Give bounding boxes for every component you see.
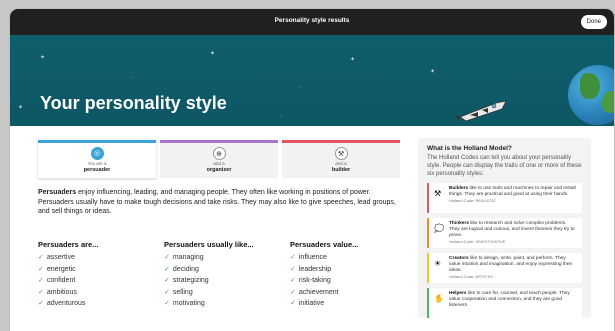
check-icon: ✓ [290, 288, 296, 296]
traits-value-column: Persuaders value... ✓ influence ✓ leadersh… [290, 240, 416, 311]
card-name: persuader [83, 167, 111, 173]
list-item: ✓ influence [290, 254, 327, 261]
star-icon: · [300, 85, 302, 91]
list-item: ✓ ambitious [38, 288, 77, 296]
star-icon: · [130, 75, 132, 81]
type-thinkers: 💭 Thinkers like to research and solve co… [427, 218, 582, 248]
list-item: ✓ initiative [290, 300, 325, 307]
check-icon: ✓ [38, 265, 44, 273]
check-icon: ✓ [164, 300, 170, 307]
list-item: ✓ leadership [290, 265, 332, 273]
check-icon: ✓ [38, 300, 44, 307]
column-heading: Persuaders usually like... [164, 240, 254, 249]
check-icon: ✓ [38, 277, 44, 284]
hammer-icon: ⚒ [334, 147, 348, 160]
list-item: ✓ achievement [290, 288, 339, 296]
check-icon: ✓ [38, 288, 44, 296]
results-window: Personality style results Done ✦ · ✦ · ✦… [10, 9, 614, 331]
card-builder[interactable]: ⚒ and a builder [282, 140, 400, 178]
description-text: enjoy influencing, leading, and managing… [38, 189, 396, 215]
title-bar: Personality style results Done [10, 9, 614, 35]
earth-planet-icon [568, 65, 614, 125]
star-icon: ✦ [350, 57, 356, 63]
card-subtitle: and a [335, 161, 347, 166]
holland-code: Holland Code: ARTISTIC [449, 274, 494, 279]
star-icon: ✦ [40, 55, 46, 61]
star-icon: · [280, 113, 282, 119]
page-title: Your personality style [40, 93, 227, 113]
check-icon: ✓ [290, 265, 296, 273]
type-creators: ☀ Creators like to design, write, paint,… [427, 253, 582, 283]
holland-code: Holland Code: INVESTIGATIVE [449, 239, 506, 244]
check-icon: ✓ [290, 300, 296, 307]
list-item: ✓ managing [164, 254, 204, 261]
star-icon: ✦ [18, 105, 24, 111]
card-name: builder [331, 167, 351, 173]
style-cards: ◎ You are a persuader ⊕ and a organizer … [38, 140, 400, 178]
list-item: ✓ confident [38, 277, 76, 284]
check-icon: ✓ [164, 265, 170, 273]
persuader-description: Persuaders enjoy influencing, leading, a… [38, 188, 408, 217]
check-icon: ✓ [290, 254, 296, 261]
list-item: ✓ adventurous [38, 300, 86, 307]
helping-hands-icon: ✋ [434, 294, 444, 303]
card-persuader[interactable]: ◎ You are a persuader [38, 140, 156, 178]
list-item: ✓ risk-taking [290, 277, 331, 284]
window-title: Personality style results [274, 17, 350, 24]
rocket-icon [456, 100, 507, 122]
hero-banner: ✦ · ✦ · ✦ ✦ ✦ · Your personality style [10, 35, 614, 126]
star-icon: ✦ [430, 69, 436, 75]
column-heading: Persuaders are... [38, 240, 99, 249]
type-helpers: ✋ Helpers like to care for, counsel, and… [427, 288, 582, 318]
hammer-icon: ⚒ [434, 189, 442, 198]
list-item: ✓ assertive [38, 254, 75, 261]
holland-code: Holland Code: REALISTIC [449, 198, 497, 203]
list-item: ✓ strategizing [164, 277, 209, 284]
thought-bubble-icon: 💭 [434, 224, 444, 233]
column-heading: Persuaders value... [290, 240, 359, 249]
traits-are-column: Persuaders are... ✓ assertive ✓ energetic … [38, 240, 164, 311]
type-builders: ⚒ Builders like to use tools and machine… [427, 183, 582, 213]
check-icon: ✓ [164, 277, 170, 284]
lightbulb-icon: ☀ [434, 259, 442, 268]
check-icon: ✓ [164, 254, 170, 261]
target-icon: ◎ [90, 147, 104, 160]
list-item: ✓ deciding [164, 265, 199, 273]
card-name: organizer [206, 167, 232, 173]
traits-like-column: Persuaders usually like... ✓ managing ✓ de… [164, 240, 290, 311]
panel-description: The Holland Codes can tell you about you… [427, 155, 582, 177]
card-subtitle: and a [213, 161, 225, 166]
card-subtitle: You are a [87, 161, 107, 166]
panel-heading: What is the Holland Model? [427, 145, 512, 152]
check-icon: ✓ [290, 277, 296, 284]
card-organizer[interactable]: ⊕ and a organizer [160, 140, 278, 178]
star-icon: ✦ [210, 51, 216, 57]
check-icon: ✓ [164, 288, 170, 296]
list-item: ✓ selling [164, 288, 193, 296]
check-icon: ✓ [38, 254, 44, 261]
trait-columns: Persuaders are... ✓ assertive ✓ energetic … [38, 240, 416, 311]
done-button[interactable]: Done [580, 15, 607, 29]
organizer-icon: ⊕ [212, 147, 226, 160]
holland-model-panel: What is the Holland Model? The Holland C… [418, 138, 591, 318]
list-item: ✓ motivating [164, 300, 205, 307]
description-lead: Persuaders [38, 189, 77, 196]
list-item: ✓ energetic [38, 265, 76, 273]
